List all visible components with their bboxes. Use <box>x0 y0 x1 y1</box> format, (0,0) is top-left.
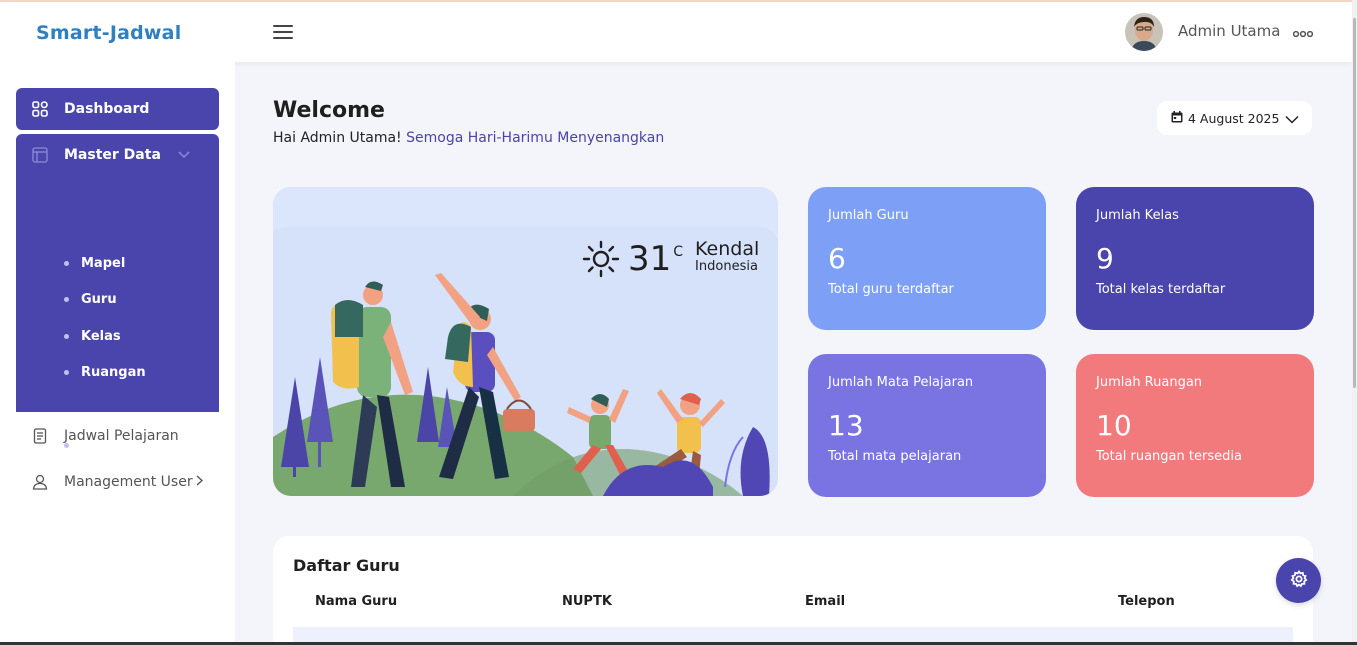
sidebar-item-management-user[interactable]: Management User <box>16 461 219 503</box>
sidebar-item-dashboard[interactable]: Dashboard <box>16 88 219 130</box>
stat-card-title: Jumlah Ruangan <box>1096 375 1203 390</box>
bullet-icon <box>64 334 69 339</box>
temperature-value: 31 <box>628 239 672 279</box>
table-title: Daftar Guru <box>293 556 400 575</box>
master-data-group: Master Data Mapel Guru Kelas Ruangan Jam… <box>16 134 219 453</box>
master-data-group-bottom <box>16 390 219 412</box>
hiking-illustration <box>273 187 778 496</box>
bullet-icon <box>64 261 69 266</box>
sidebar-item-jadwal-pelajaran[interactable]: Jadwal Pelajaran <box>16 415 219 457</box>
weather-city: Kendal <box>695 238 760 260</box>
sidebar-subitem-mapel[interactable]: Mapel <box>64 256 125 271</box>
chevron-right-icon <box>196 474 203 490</box>
stat-card-value: 6 <box>828 242 846 275</box>
stat-card-desc: Total guru terdaftar <box>828 282 954 297</box>
brand-logo[interactable]: Smart-Jadwal <box>36 22 181 44</box>
welcome-message: Hai Admin Utama! Semoga Hari-Harimu Meny… <box>273 130 664 146</box>
column-header-telepon[interactable]: Telepon <box>1118 594 1175 609</box>
sidebar-subitem-label: Kelas <box>81 329 121 344</box>
document-icon <box>32 428 48 444</box>
chevron-down-icon <box>178 148 190 162</box>
stat-card-desc: Total mata pelajaran <box>828 449 962 464</box>
sidebar-subitem-guru[interactable]: Guru <box>64 292 117 307</box>
gear-icon <box>1289 569 1308 592</box>
sun-icon <box>582 240 620 282</box>
column-header-nuptk[interactable]: NUPTK <box>562 594 612 609</box>
hamburger-line <box>273 37 293 39</box>
sidebar-subitem-ruangan[interactable]: Ruangan <box>64 365 146 380</box>
stat-card-guru[interactable]: Jumlah Guru 6 Total guru terdaftar <box>808 187 1046 330</box>
sidebar-item-label: Management User <box>64 474 193 490</box>
user-avatar[interactable] <box>1125 13 1163 51</box>
scrollbar-thumb[interactable] <box>1353 18 1356 388</box>
top-navbar: Smart-Jadwal Admin Utama <box>0 2 1352 62</box>
sidebar-subitem-label: Ruangan <box>81 365 146 380</box>
weather-location: Kendal Indonesia <box>695 238 760 274</box>
sidebar-subitem-label: Guru <box>81 292 117 307</box>
stat-card-value: 9 <box>1096 242 1114 275</box>
weather-country: Indonesia <box>695 259 758 274</box>
hamburger-line <box>273 25 293 27</box>
guru-table-card: Daftar Guru Nama Guru NUPTK Email Telepo… <box>273 536 1313 645</box>
stat-card-mata-pelajaran[interactable]: Jumlah Mata Pelajaran 13 Total mata pela… <box>808 354 1046 497</box>
stat-card-desc: Total ruangan tersedia <box>1096 449 1242 464</box>
column-header-nama-guru[interactable]: Nama Guru <box>315 594 397 609</box>
stat-card-kelas[interactable]: Jumlah Kelas 9 Total kelas terdaftar <box>1076 187 1314 330</box>
date-label: 4 August 2025 <box>1188 110 1280 126</box>
stat-card-title: Jumlah Mata Pelajaran <box>828 375 974 390</box>
stat-card-title: Jumlah Kelas <box>1096 208 1179 223</box>
sidebar-item-master-data[interactable]: Master Data <box>16 134 219 176</box>
sidebar-item-label: Master Data <box>64 147 161 163</box>
sidebar-subitem-kelas[interactable]: Kelas <box>64 329 121 344</box>
page-scrollbar[interactable] <box>1352 0 1357 645</box>
bullet-icon <box>64 297 69 302</box>
sidebar: Dashboard Master Data Mapel Guru Kelas R… <box>0 62 235 645</box>
weather-widget: 31 C Kendal Indonesia <box>582 240 759 282</box>
column-header-email[interactable]: Email <box>805 594 845 609</box>
chevron-down-icon <box>1285 112 1299 127</box>
temperature-unit: C <box>673 244 684 260</box>
table-icon <box>32 147 48 163</box>
stat-card-value: 13 <box>828 409 864 442</box>
grid-icon <box>32 101 48 117</box>
sidebar-item-label: Jadwal Pelajaran <box>64 428 179 444</box>
stat-card-desc: Total kelas terdaftar <box>1096 282 1226 297</box>
user-icon <box>32 474 48 490</box>
hamburger-line <box>273 31 293 33</box>
weather-hero-card: 31 C Kendal Indonesia <box>273 187 778 496</box>
sidebar-item-label: Dashboard <box>64 101 150 117</box>
more-options-icon[interactable] <box>1292 22 1314 43</box>
stat-card-title: Jumlah Guru <box>828 208 909 223</box>
greeting-text: Hai Admin Utama! <box>273 130 402 146</box>
date-picker[interactable]: 4 August 2025 <box>1157 101 1312 135</box>
greeting-accent-text: Semoga Hari-Harimu Menyenangkan <box>406 130 665 146</box>
settings-button[interactable] <box>1276 558 1321 603</box>
calendar-icon <box>1171 110 1183 126</box>
menu-toggle-button[interactable] <box>273 25 293 41</box>
page-title: Welcome <box>273 98 385 123</box>
stat-card-value: 10 <box>1096 409 1132 442</box>
stat-card-ruangan[interactable]: Jumlah Ruangan 10 Total ruangan tersedia <box>1076 354 1314 497</box>
sidebar-subitem-label: Mapel <box>81 256 126 271</box>
bullet-icon <box>64 370 69 375</box>
user-name[interactable]: Admin Utama <box>1178 22 1280 40</box>
